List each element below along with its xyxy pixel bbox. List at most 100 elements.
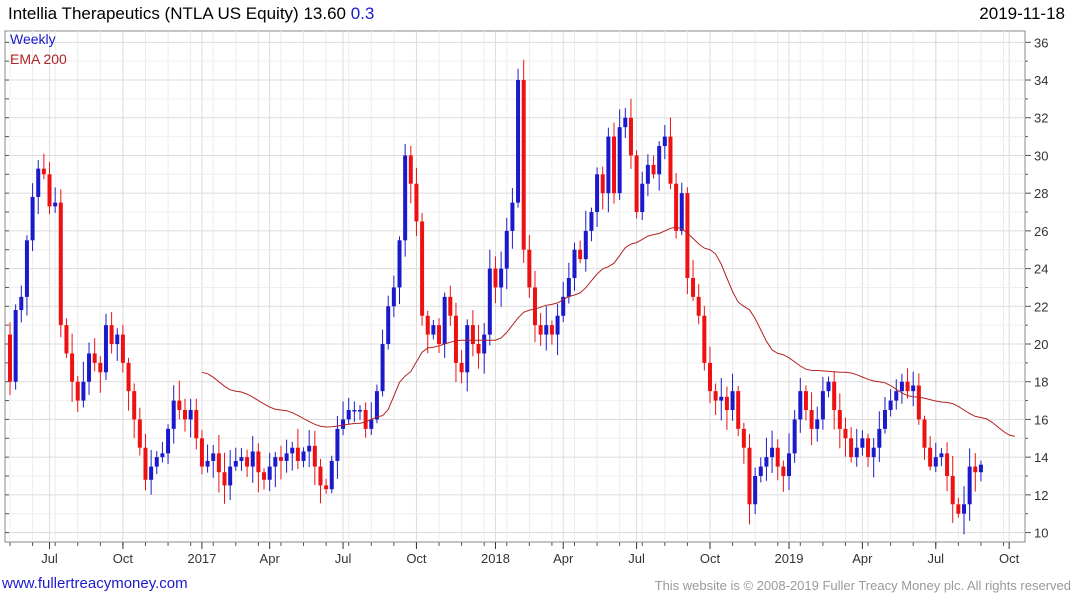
candle-body [945, 453, 950, 477]
candle-body [453, 315, 458, 363]
candle-body [295, 447, 300, 461]
candle-body [420, 221, 425, 316]
candle-body [8, 334, 12, 382]
candle-body [233, 460, 238, 467]
candle-body [256, 451, 261, 473]
x-tick-label: Oct [999, 551, 1020, 566]
candle-body [476, 344, 481, 354]
y-tick-label: 36 [1034, 35, 1048, 50]
candle-body [352, 410, 357, 412]
candle-body [75, 381, 80, 401]
candle-body [628, 117, 633, 156]
candle-body [894, 391, 899, 401]
candle-body [922, 419, 927, 448]
y-tick-label: 30 [1034, 148, 1048, 163]
candle-body [566, 278, 571, 297]
candle-body [764, 457, 769, 467]
y-tick-label: 22 [1034, 299, 1048, 314]
y-tick-label: 20 [1034, 337, 1048, 352]
candle-body [346, 410, 351, 420]
candle-body [651, 164, 656, 175]
candle-body [685, 193, 690, 279]
candle-body [679, 193, 684, 231]
candle-body [19, 296, 24, 311]
candle-body [527, 249, 532, 288]
candle-body [809, 410, 814, 429]
candle-body [499, 268, 504, 288]
candle-body [487, 268, 492, 335]
x-tick-label: Jul [335, 551, 352, 566]
candle-body [273, 457, 278, 467]
candle-body [374, 391, 379, 420]
candle-body [939, 453, 944, 458]
candle-body [482, 334, 487, 354]
candle-body [335, 428, 340, 461]
candle-body [719, 396, 724, 401]
candle-body [92, 353, 97, 363]
candle-body [239, 457, 244, 461]
candle-body [182, 410, 187, 420]
candle-body [64, 325, 69, 354]
candle-body [600, 174, 605, 194]
candle-body [747, 447, 752, 505]
candle-body [623, 117, 628, 128]
y-tick-label: 34 [1034, 73, 1048, 88]
candle-body [36, 168, 41, 197]
candle-body [532, 287, 537, 326]
candle-body [691, 278, 696, 297]
candle-body [132, 391, 137, 420]
candle-body [617, 127, 622, 194]
candle-body [911, 385, 916, 392]
candle-body [572, 249, 577, 279]
candle-body [307, 445, 312, 452]
candle-body [211, 453, 216, 461]
candle [420, 213, 425, 326]
candle-body [41, 168, 46, 175]
candle-body [668, 136, 673, 184]
candle-body [758, 466, 763, 477]
candle-body [583, 230, 588, 260]
x-tick-label: 2017 [187, 551, 216, 566]
candle-body [341, 419, 346, 429]
y-tick-label: 14 [1034, 450, 1048, 465]
x-axis: Jul Oct 2017 Apr Jul Oct 2018 Apr Jul Oct 2019 Apr J… [9, 542, 1020, 566]
candle-body [448, 296, 453, 316]
candle-body [30, 196, 35, 241]
candle-body [103, 325, 108, 373]
site-link[interactable]: www.fullertreacymoney.com [2, 575, 188, 592]
candle-body [87, 353, 92, 382]
candle-body [199, 438, 204, 467]
candle-body [736, 391, 741, 429]
copyright-notice: This website is © 2008-2019 Fuller Treac… [654, 578, 1071, 593]
candle-body [194, 410, 199, 439]
y-tick-label: 16 [1034, 412, 1048, 427]
candle-body [899, 381, 904, 392]
candle-body [882, 410, 887, 429]
candle-body [803, 391, 808, 411]
candle-body [950, 476, 955, 505]
candle-body [425, 315, 430, 335]
candle-body [109, 325, 114, 345]
candle-body [905, 381, 910, 392]
candle-body [843, 428, 848, 439]
candle-body [555, 315, 560, 335]
legend-ema: EMA 200 [10, 51, 67, 67]
candle-body [318, 466, 323, 486]
candle-body [860, 438, 865, 448]
candle-body [386, 306, 391, 345]
candle [13, 304, 18, 390]
candle-body [120, 334, 125, 363]
candle-body [753, 476, 758, 505]
x-tick-label: Jul [927, 551, 944, 566]
candle-body [741, 428, 746, 448]
candle-body [47, 174, 52, 207]
candle-body [696, 296, 701, 316]
candle-body [820, 391, 825, 420]
candle [516, 68, 521, 208]
candle-body [792, 419, 797, 454]
candle-body [815, 419, 820, 429]
candle-body [866, 438, 871, 458]
candle-body [228, 466, 233, 486]
y-tick-label: 26 [1034, 224, 1048, 239]
candle [702, 306, 707, 371]
